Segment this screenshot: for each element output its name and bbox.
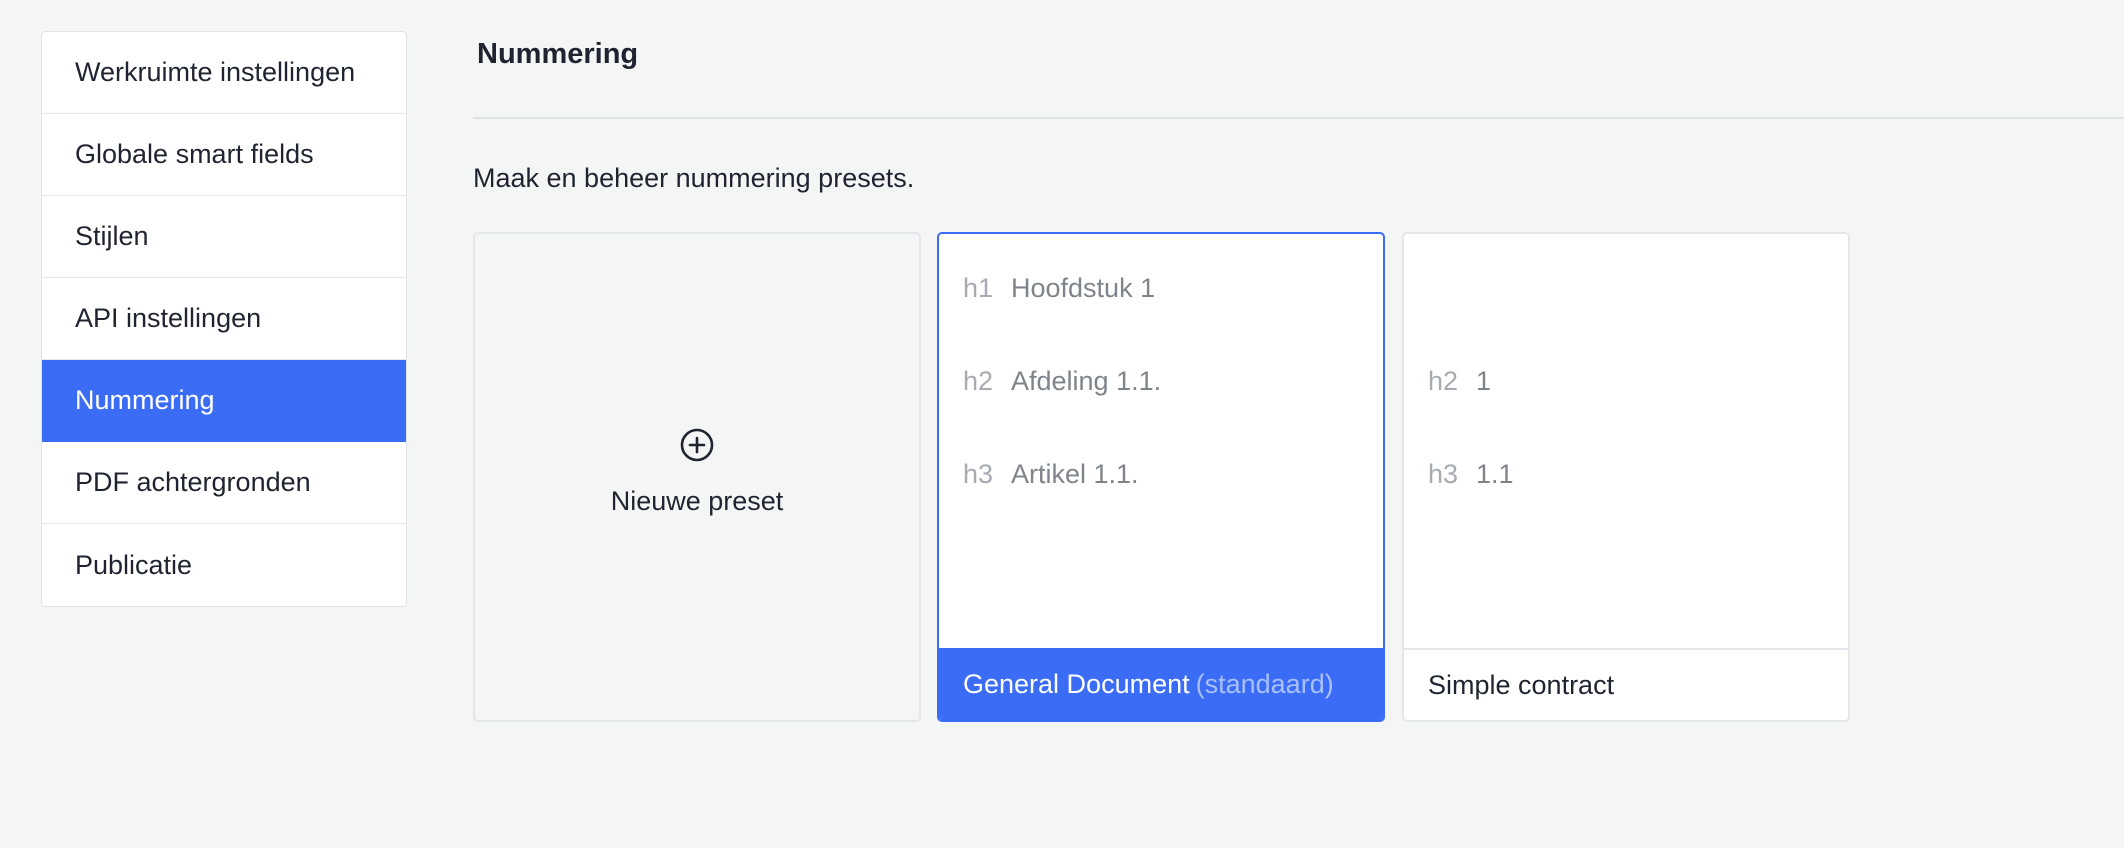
sidebar-item-api-instellingen[interactable]: API instellingen (42, 278, 406, 360)
preset-level-h1: h1 Hoofdstuk 1 (963, 273, 1155, 304)
default-badge: (standaard) (1195, 668, 1334, 699)
preset-name: Simple contract (1428, 669, 1615, 700)
header-divider (473, 117, 2124, 119)
settings-sidebar: Werkruimte instellingen Globale smart fi… (41, 31, 407, 607)
preset-footer: Simple contract (1404, 648, 1848, 720)
level-tag: h3 (1428, 459, 1459, 489)
sidebar-item-werkruimte-instellingen[interactable]: Werkruimte instellingen (42, 32, 406, 114)
sidebar-item-publicatie[interactable]: Publicatie (42, 524, 406, 606)
page-title: Nummering (477, 38, 639, 70)
level-text: 1 (1476, 366, 1492, 396)
sidebar-item-globale-smart-fields[interactable]: Globale smart fields (42, 114, 406, 196)
plus-circle-icon (680, 428, 714, 461)
sidebar-item-stijlen[interactable]: Stijlen (42, 196, 406, 278)
sidebar-item-nummering[interactable]: Nummering (42, 360, 406, 442)
level-text: Afdeling 1.1. (1011, 366, 1162, 396)
preset-card-simple-contract[interactable]: h2 1 h3 1.1 Simple contract (1402, 232, 1850, 722)
preset-name: General Document (963, 668, 1190, 699)
new-preset-label: Nieuwe preset (610, 485, 784, 516)
preset-preview: h1 Hoofdstuk 1 h2 Afdeling 1.1. h3 Artik… (939, 234, 1383, 648)
level-tag: h2 (963, 366, 994, 396)
new-preset-card[interactable]: Nieuwe preset (473, 232, 921, 722)
level-text: Hoofdstuk 1 (1011, 273, 1156, 303)
level-tag: h1 (963, 273, 994, 303)
preset-preview: h2 1 h3 1.1 (1404, 234, 1848, 648)
level-text: 1.1 (1476, 459, 1514, 489)
level-tag: h2 (1428, 366, 1459, 396)
preset-level-h3: h3 Artikel 1.1. (963, 459, 1139, 490)
level-tag: h3 (963, 459, 994, 489)
preset-footer: General Document (standaard) (939, 648, 1383, 720)
preset-level-h2: h2 1 (1428, 366, 1491, 397)
preset-level-h2: h2 Afdeling 1.1. (963, 366, 1161, 397)
level-text: Artikel 1.1. (1011, 459, 1139, 489)
sidebar-item-pdf-achtergronden[interactable]: PDF achtergronden (42, 442, 406, 524)
page-description: Maak en beheer nummering presets. (473, 163, 915, 193)
preset-level-h3: h3 1.1 (1428, 459, 1514, 490)
preset-card-general-document[interactable]: h1 Hoofdstuk 1 h2 Afdeling 1.1. h3 Artik… (937, 232, 1385, 722)
